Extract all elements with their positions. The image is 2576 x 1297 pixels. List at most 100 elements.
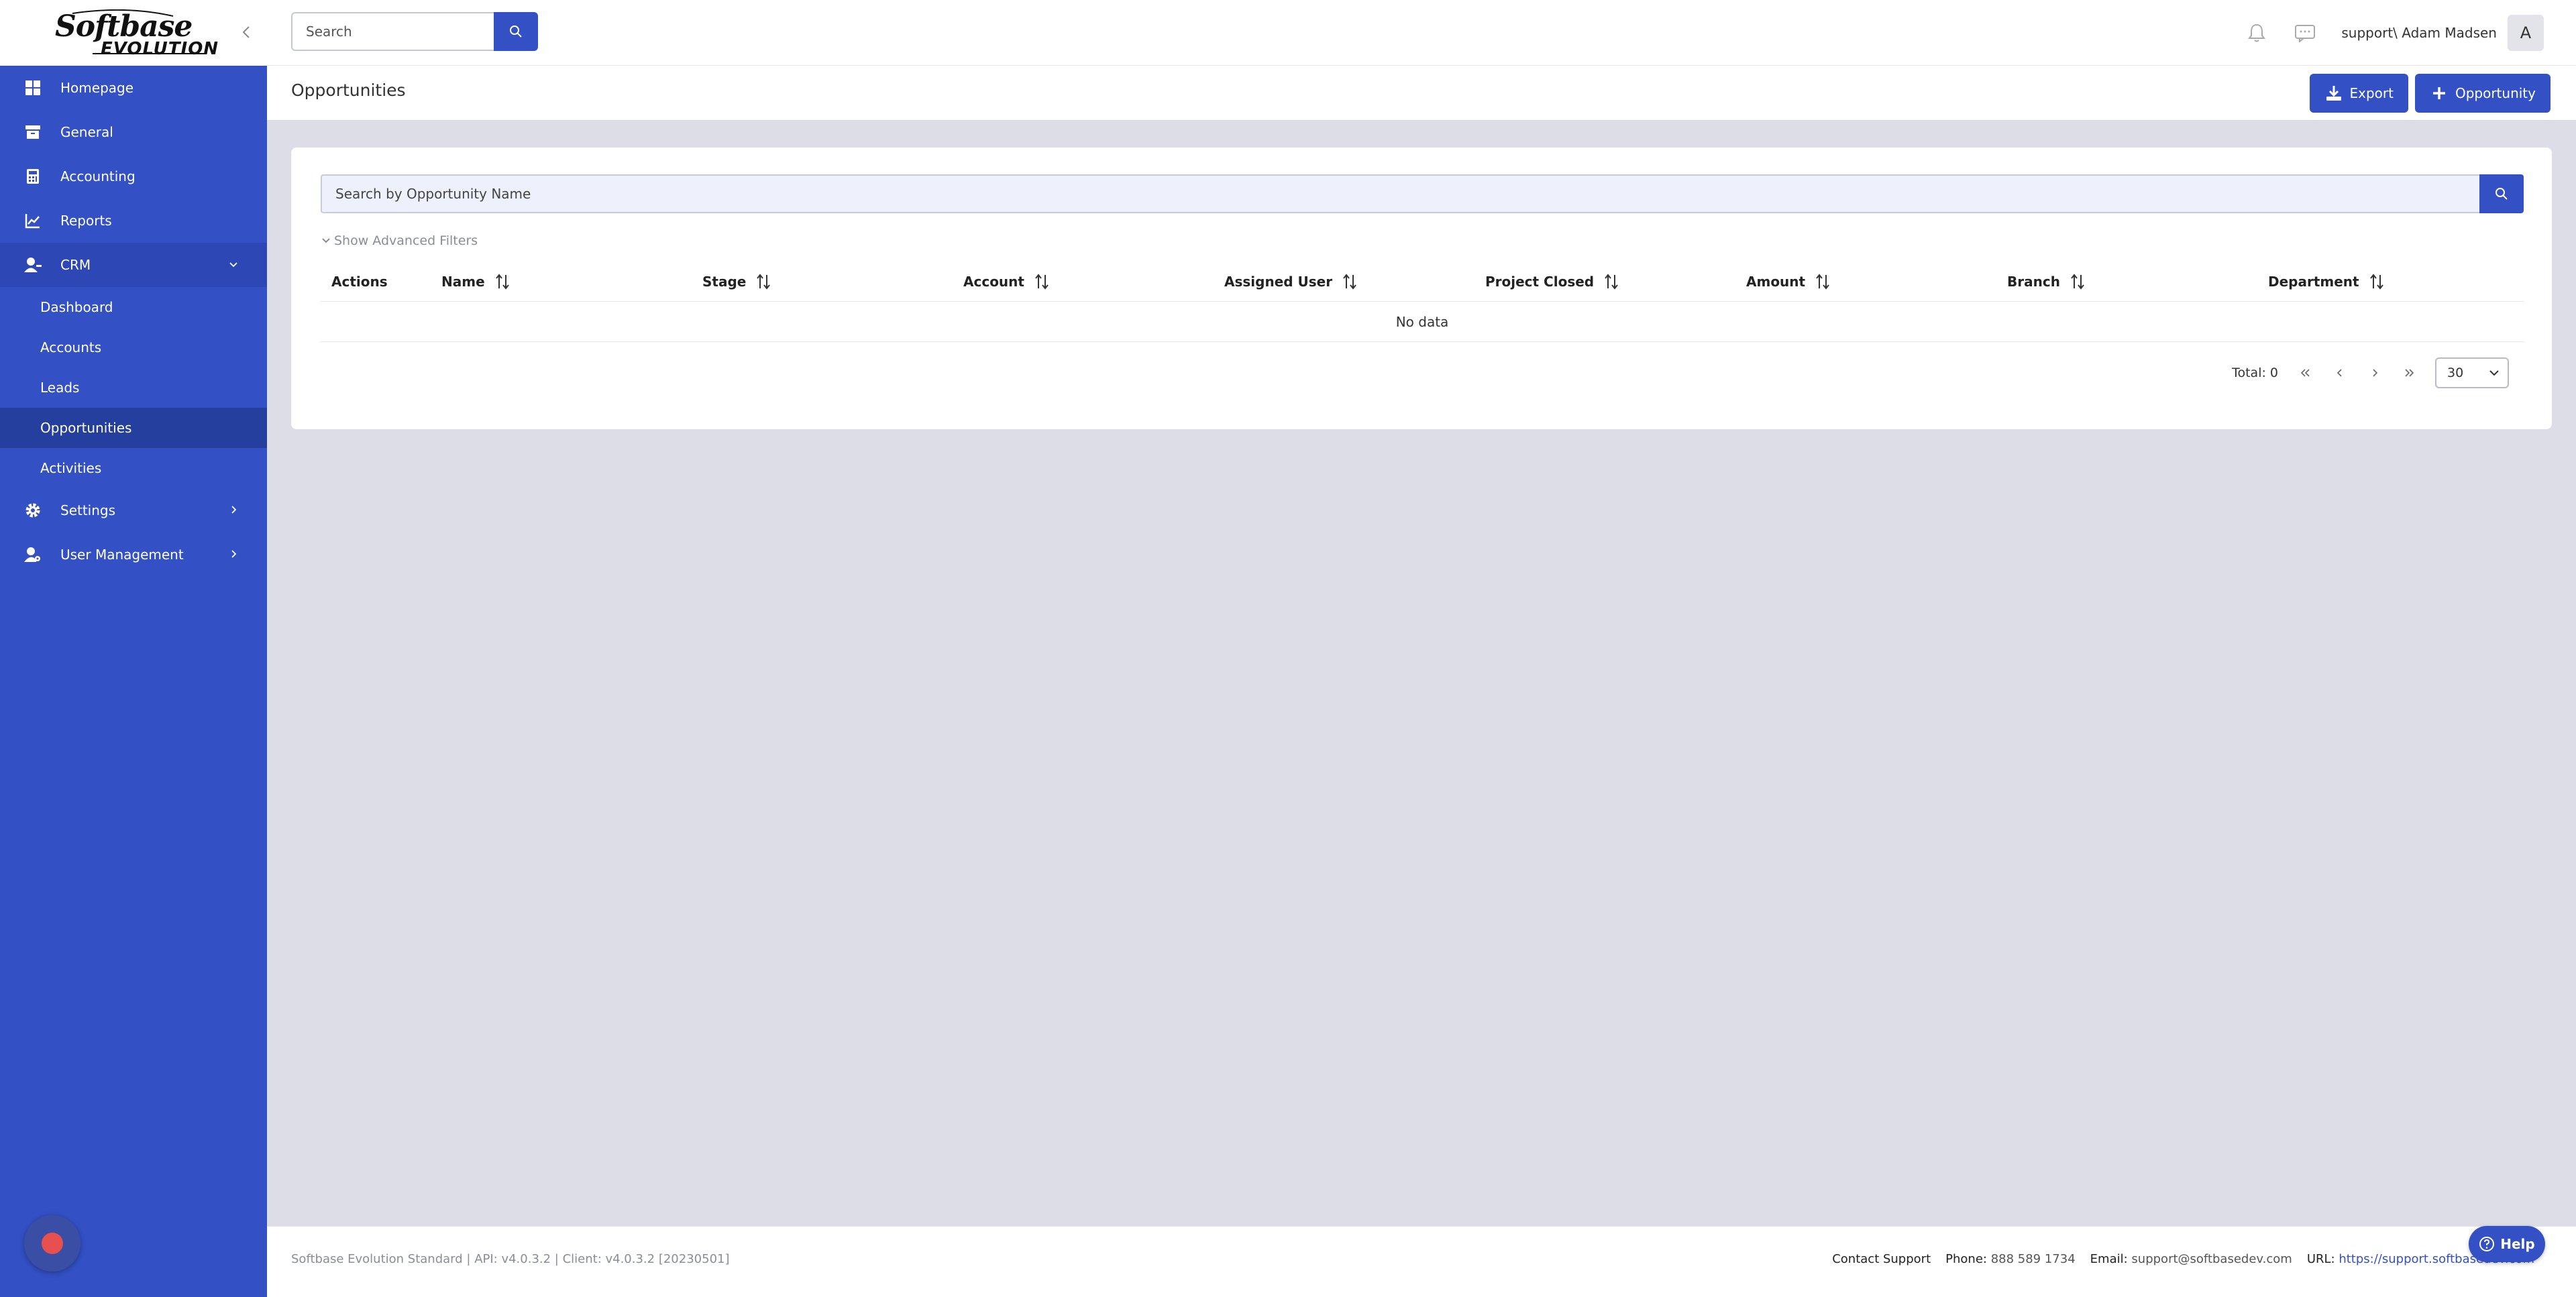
help-button[interactable]: Help xyxy=(2469,1226,2545,1262)
sidebar-subitem-label: Dashboard xyxy=(40,299,113,315)
add-opportunity-button[interactable]: Opportunity xyxy=(2414,74,2551,113)
advanced-filters-label: Show Advanced Filters xyxy=(334,233,478,248)
sidebar-item-general[interactable]: General xyxy=(0,110,267,154)
search-icon xyxy=(2496,188,2508,200)
column-header-department[interactable]: Department xyxy=(2257,262,2500,302)
page-title: Opportunities xyxy=(291,80,406,100)
brand-area: Softbase EVOLUTION xyxy=(0,0,267,66)
column-header-assigned-user[interactable]: Assigned User xyxy=(1214,262,1474,302)
header-right: support\ Adam Madsen A xyxy=(2222,0,2544,66)
chevron-left-icon xyxy=(242,26,250,38)
sort-icon xyxy=(2369,273,2383,290)
softbase-logo[interactable]: Softbase EVOLUTION xyxy=(52,9,218,59)
chevrons-left-icon xyxy=(2300,369,2310,377)
last-page-button[interactable] xyxy=(2392,357,2427,389)
column-label: Amount xyxy=(1746,273,1806,290)
column-label: Department xyxy=(2268,273,2359,290)
phone-value: 888 589 1734 xyxy=(1990,1252,2076,1266)
sidebar: Softbase EVOLUTION Homepage General Acco… xyxy=(0,0,267,1297)
column-header-amount[interactable]: Amount xyxy=(1735,262,1996,302)
record-dot-icon xyxy=(42,1233,63,1254)
sort-icon xyxy=(2071,273,2084,290)
support-info: Contact Support Phone: 888 589 1734 Emai… xyxy=(1817,1252,2534,1266)
sidebar-subitem-opportunities[interactable]: Opportunities xyxy=(0,408,267,448)
page-size-select[interactable]: 30 xyxy=(2435,357,2509,388)
opportunities-card: Show Advanced Filters Actions Name Stage… xyxy=(291,148,2552,429)
sidebar-subitem-accounts[interactable]: Accounts xyxy=(0,327,267,368)
global-search-button[interactable] xyxy=(494,12,538,51)
sidebar-subitem-dashboard[interactable]: Dashboard xyxy=(0,287,267,327)
sort-icon xyxy=(757,273,771,290)
chevron-down-icon xyxy=(229,262,237,268)
page-size-value: 30 xyxy=(2447,365,2464,380)
sort-icon xyxy=(1816,273,1829,290)
sidebar-item-label: Settings xyxy=(60,502,116,518)
download-icon xyxy=(2324,84,2343,103)
sidebar-item-settings[interactable]: Settings xyxy=(0,488,267,532)
phone-label: Phone: xyxy=(1945,1252,1987,1266)
sidebar-item-homepage[interactable]: Homepage xyxy=(0,66,267,110)
page-actions: Export Opportunity xyxy=(2303,74,2551,113)
sidebar-item-reports[interactable]: Reports xyxy=(0,199,267,243)
column-header-stage[interactable]: Stage xyxy=(692,262,953,302)
user-name[interactable]: support\ Adam Madsen xyxy=(2341,25,2497,41)
email-value[interactable]: support@softbasedev.com xyxy=(2131,1252,2292,1266)
sidebar-subitem-activities[interactable]: Activities xyxy=(0,448,267,488)
contact-support-label: Contact Support xyxy=(1832,1252,1931,1266)
sidebar-subitem-label: Opportunities xyxy=(40,420,132,436)
help-label: Help xyxy=(2500,1236,2535,1252)
column-header-branch[interactable]: Branch xyxy=(1996,262,2257,302)
opportunity-search-button[interactable] xyxy=(2479,174,2524,213)
column-label: Actions xyxy=(331,273,388,290)
sidebar-item-label: Reports xyxy=(60,213,112,229)
chevron-right-icon xyxy=(2373,369,2378,377)
sort-icon xyxy=(1605,273,1618,290)
chevron-down-icon xyxy=(322,238,330,243)
add-opportunity-label: Opportunity xyxy=(2455,85,2536,101)
chevrons-right-icon xyxy=(2405,369,2414,377)
sidebar-item-crm[interactable]: CRM xyxy=(0,243,267,287)
opportunities-table: Actions Name Stage Account Assigned User… xyxy=(321,262,2524,342)
sidebar-item-label: Homepage xyxy=(60,80,134,96)
sidebar-item-accounting[interactable]: Accounting xyxy=(0,154,267,199)
message-icon xyxy=(2295,25,2316,42)
global-search-input[interactable] xyxy=(291,12,494,51)
avatar[interactable]: A xyxy=(2508,15,2544,51)
show-advanced-filters-toggle[interactable]: Show Advanced Filters xyxy=(321,233,478,248)
first-page-button[interactable] xyxy=(2288,357,2322,389)
table-header: Actions Name Stage Account Assigned User… xyxy=(321,262,2524,302)
opportunity-search-input[interactable] xyxy=(321,174,2479,213)
next-page-button[interactable] xyxy=(2357,357,2392,389)
chevron-right-icon xyxy=(231,550,237,558)
column-label: Assigned User xyxy=(1224,273,1333,290)
chevron-down-icon xyxy=(2489,370,2499,376)
user-settings-icon xyxy=(24,546,42,563)
sidebar-collapse-button[interactable] xyxy=(235,20,259,44)
chat-widget-button[interactable] xyxy=(24,1215,80,1272)
logo-text-bottom: EVOLUTION xyxy=(101,39,219,59)
page-header: Opportunities Export Opportunity xyxy=(267,66,2576,121)
total-count: Total: 0 xyxy=(2232,365,2278,380)
column-label: Account xyxy=(963,273,1024,290)
sort-icon xyxy=(495,273,509,290)
export-button-label: Export xyxy=(2349,85,2394,101)
empty-table-row: No data xyxy=(321,302,2524,342)
sidebar-item-label: User Management xyxy=(60,547,184,563)
column-label: Branch xyxy=(2007,273,2060,290)
column-label: Project Closed xyxy=(1485,273,1595,290)
messages-button[interactable] xyxy=(2292,19,2318,46)
sidebar-subitem-leads[interactable]: Leads xyxy=(0,368,267,408)
column-label: Stage xyxy=(702,273,747,290)
column-header-name[interactable]: Name xyxy=(431,262,692,302)
version-info: Softbase Evolution Standard | API: v4.0.… xyxy=(291,1252,730,1266)
column-header-account[interactable]: Account xyxy=(953,262,1214,302)
sidebar-item-user-management[interactable]: User Management xyxy=(0,532,267,577)
column-header-actions: Actions xyxy=(321,262,431,302)
gear-icon xyxy=(24,502,42,519)
column-header-project-closed[interactable]: Project Closed xyxy=(1474,262,1735,302)
previous-page-button[interactable] xyxy=(2322,357,2357,389)
email-label: Email: xyxy=(2090,1252,2128,1266)
notifications-button[interactable] xyxy=(2243,19,2270,46)
export-button[interactable]: Export xyxy=(2309,74,2408,113)
url-label: URL: xyxy=(2306,1252,2335,1266)
